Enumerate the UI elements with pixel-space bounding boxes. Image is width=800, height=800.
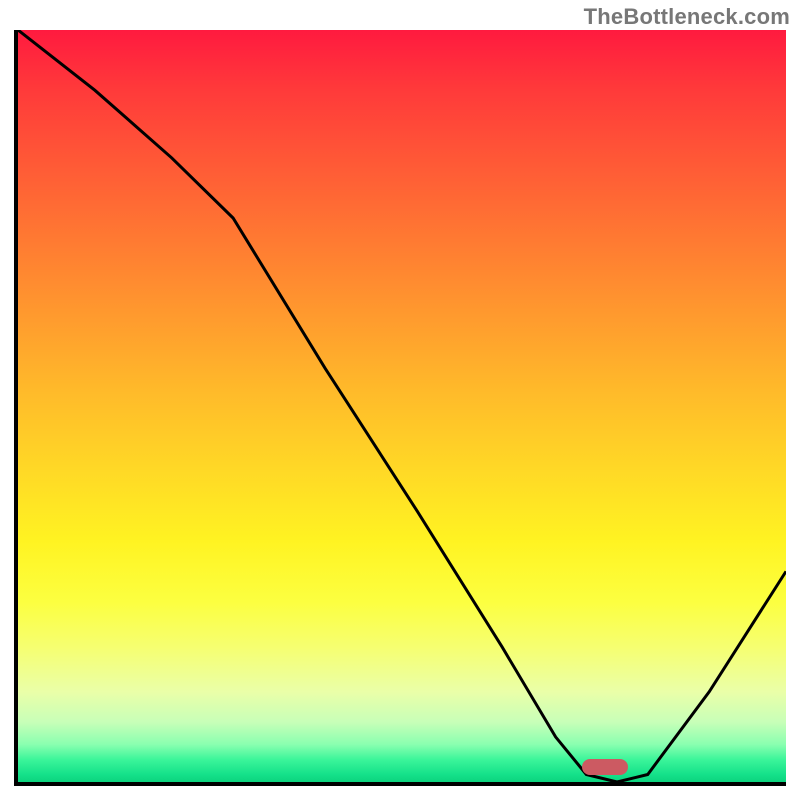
optimum-marker bbox=[582, 759, 628, 775]
watermark-label: TheBottleneck.com bbox=[584, 4, 790, 30]
chart-canvas: TheBottleneck.com bbox=[0, 0, 800, 800]
plot-area bbox=[14, 30, 786, 786]
curve-path bbox=[18, 30, 786, 782]
curve-svg bbox=[18, 30, 786, 782]
